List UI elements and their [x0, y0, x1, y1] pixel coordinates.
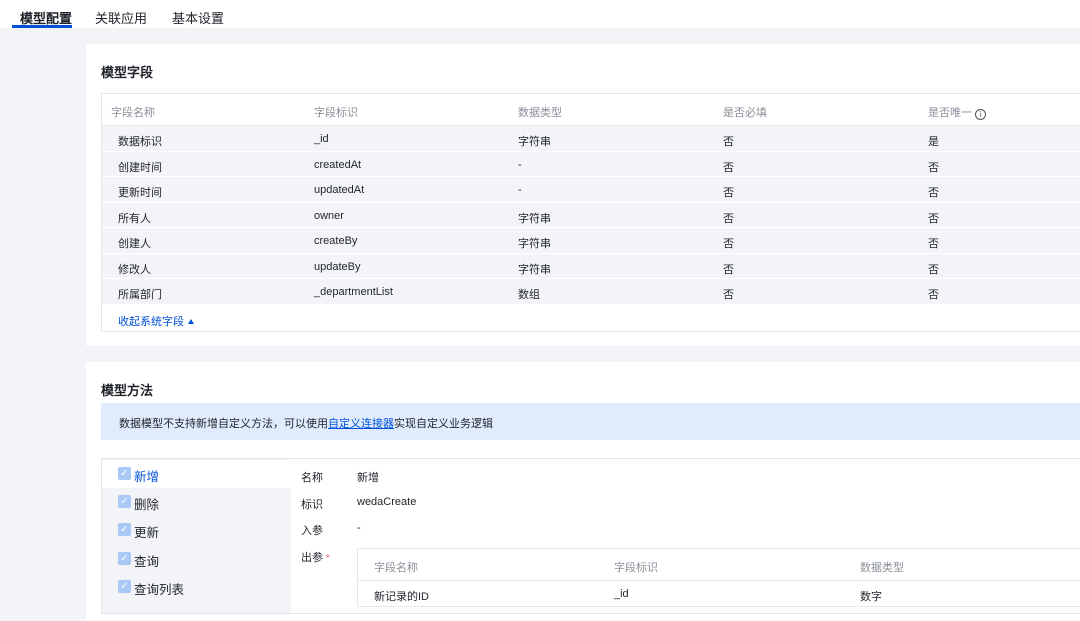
table-row: 创建人 createBy 字符串 否 否	[102, 228, 1080, 254]
table-row: 创建时间 createdAt - 否 否	[102, 151, 1080, 177]
table-cell: 所属部门	[118, 289, 162, 301]
fields-table-footer: 收起系统字段	[102, 304, 1080, 331]
detail-name-value: 新增	[357, 472, 379, 484]
table-cell: 创建人	[118, 238, 151, 250]
method-panel: ✓ 新增 ✓ 删除 ✓ 更新 ✓ 查询 ✓ 查询列表 名称 新增 标识 weda…	[101, 458, 1080, 614]
tab-related-apps[interactable]: 关联应用	[95, 8, 147, 27]
method-item-query-list[interactable]: ✓ 查询列表	[102, 573, 291, 601]
table-row: 所有人 owner 字符串 否 否	[102, 202, 1080, 228]
table-cell: 是	[928, 136, 939, 148]
table-row: 所属部门 _departmentList 数组 否 否	[102, 279, 1080, 305]
caret-up-icon	[188, 318, 194, 324]
table-cell: -	[518, 158, 522, 171]
method-item-delete[interactable]: ✓ 删除	[102, 488, 291, 516]
table-cell: updatedAt	[314, 184, 365, 196]
table-cell: 否	[723, 212, 734, 225]
method-label: 删除	[134, 498, 160, 512]
detail-input-value: -	[357, 522, 361, 534]
method-label: 查询	[134, 555, 160, 569]
method-list: ✓ 新增 ✓ 删除 ✓ 更新 ✓ 查询 ✓ 查询列表	[102, 459, 291, 613]
table-row: 修改人 updateBy 字符串 否 否	[102, 253, 1080, 279]
table-cell: 字符串	[518, 212, 551, 225]
detail-id-value: wedaCreate	[357, 496, 417, 508]
table-cell: 否	[928, 161, 939, 174]
column-header: 数据类型	[518, 107, 562, 119]
table-cell: 数组	[518, 289, 540, 301]
table-cell: 否	[928, 187, 939, 199]
fields-table: 字段名称 字段标识 数据类型 是否必填 是否唯一 i 数据标识 _id 字符串 否…	[101, 93, 1080, 332]
table-cell: createdAt	[314, 158, 362, 171]
detail-input-label: 入参	[301, 525, 323, 537]
table-cell: 否	[928, 238, 939, 250]
table-cell: 所有人	[118, 212, 151, 225]
checkbox-checked-icon[interactable]: ✓	[118, 552, 131, 565]
table-row: 更新时间 updatedAt - 否 否	[102, 177, 1080, 203]
table-cell: createBy	[314, 235, 358, 247]
collapse-system-fields-link[interactable]: 收起系统字段	[118, 313, 194, 329]
required-mark: *	[326, 553, 330, 563]
output-params-header: 字段名称 字段标识 数据类型	[358, 549, 1080, 581]
checkbox-checked-icon[interactable]: ✓	[118, 495, 131, 508]
table-cell: -	[518, 184, 522, 196]
detail-output-label: 出参 *	[301, 552, 330, 564]
checkbox-checked-icon[interactable]: ✓	[118, 580, 131, 593]
table-cell: 否	[928, 289, 939, 301]
table-cell: 字符串	[518, 238, 551, 250]
active-tab-indicator	[12, 25, 72, 28]
method-label: 查询列表	[134, 583, 185, 597]
table-cell: updateBy	[314, 260, 361, 273]
table-cell: 否	[928, 212, 939, 225]
output-params-table: 字段名称 字段标识 数据类型 新记录的ID _id 数字	[357, 548, 1080, 607]
model-fields-title: 模型字段	[101, 65, 154, 80]
table-cell: 数据标识	[118, 136, 162, 148]
info-icon[interactable]: i	[975, 109, 986, 120]
column-header: 字段标识	[314, 107, 358, 119]
table-cell: 否	[723, 289, 734, 301]
column-header: 数据类型	[860, 562, 904, 574]
column-header: 字段名称	[111, 107, 155, 119]
table-cell: 否	[723, 263, 734, 276]
column-header-unique: 是否唯一 i	[928, 104, 986, 120]
table-cell: 数字	[860, 591, 882, 603]
model-fields-card: 模型字段 字段名称 字段标识 数据类型 是否必填 是否唯一 i 数据标识 _id …	[86, 44, 1080, 346]
table-cell: 新记录的ID	[374, 591, 429, 603]
method-label: 更新	[134, 526, 160, 540]
model-methods-card: 模型方法 数据模型不支持新增自定义方法，可以使用自定义连接器实现自定义业务逻辑 …	[86, 362, 1080, 621]
table-cell: 修改人	[118, 263, 151, 276]
table-cell: 字符串	[518, 263, 551, 276]
column-header: 是否必填	[723, 107, 767, 119]
checkbox-checked-icon[interactable]: ✓	[118, 467, 131, 480]
table-cell: owner	[314, 209, 344, 222]
table-row: 数据标识 _id 字符串 否 是	[102, 126, 1080, 152]
table-cell: 更新时间	[118, 187, 162, 199]
table-cell: _id	[614, 588, 629, 600]
method-item-query[interactable]: ✓ 查询	[102, 545, 291, 573]
detail-id-label: 标识	[301, 499, 323, 511]
table-cell: 否	[723, 161, 734, 174]
fields-table-header: 字段名称 字段标识 数据类型 是否必填 是否唯一 i	[102, 94, 1080, 126]
tab-basic-settings[interactable]: 基本设置	[172, 8, 224, 27]
table-cell: _id	[314, 133, 329, 145]
method-label: 新增	[134, 470, 160, 484]
checkbox-checked-icon[interactable]: ✓	[118, 523, 131, 536]
method-item-update[interactable]: ✓ 更新	[102, 516, 291, 544]
column-header: 字段名称	[374, 562, 418, 574]
method-item-create[interactable]: ✓ 新增	[102, 460, 291, 488]
table-cell: 否	[723, 136, 734, 148]
notice-text: 数据模型不支持新增自定义方法，可以使用自定义连接器实现自定义业务逻辑	[119, 418, 493, 430]
table-cell: 否	[928, 263, 939, 276]
table-cell: 否	[723, 187, 734, 199]
table-cell: 创建时间	[118, 161, 162, 174]
table-row: 新记录的ID _id 数字	[358, 581, 1080, 606]
detail-name-label: 名称	[301, 472, 323, 484]
column-header: 字段标识	[614, 562, 658, 574]
table-cell: 字符串	[518, 136, 551, 148]
custom-connector-link[interactable]: 自定义连接器	[328, 418, 394, 430]
top-tab-bar: 模型配置 关联应用 基本设置	[0, 0, 1080, 28]
table-cell: _departmentList	[314, 286, 393, 298]
table-cell: 否	[723, 238, 734, 250]
notice-banner: 数据模型不支持新增自定义方法，可以使用自定义连接器实现自定义业务逻辑	[101, 403, 1080, 440]
model-methods-title: 模型方法	[101, 383, 154, 398]
